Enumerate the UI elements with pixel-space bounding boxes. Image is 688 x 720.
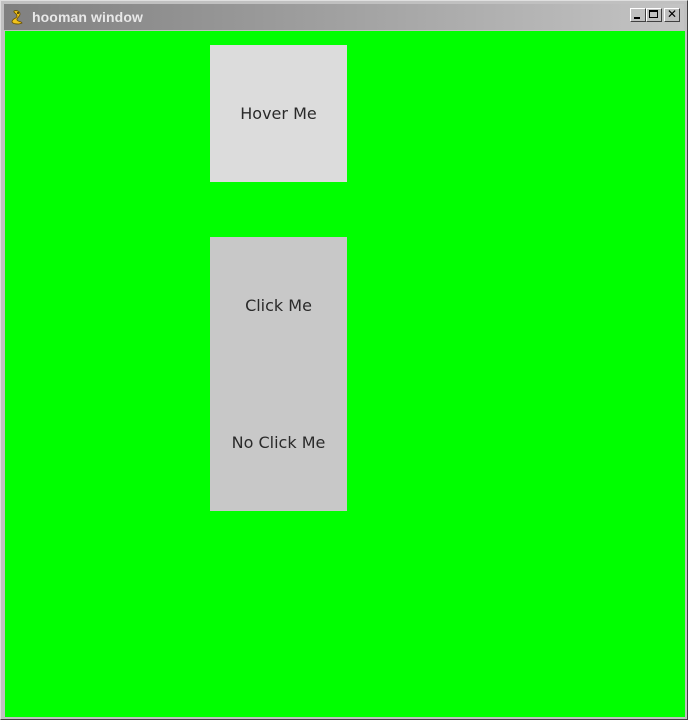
pygame-snake-icon	[8, 8, 26, 26]
no-click-me-label: No Click Me	[231, 433, 326, 452]
canvas-area: Hover Me Click Me No Click Me	[5, 31, 685, 717]
window-controls: ✕	[630, 7, 680, 22]
window-title: hooman window	[32, 9, 143, 25]
click-me-label: Click Me	[245, 296, 312, 315]
app-window: hooman window ✕ Hover Me Click Me No Cli…	[0, 0, 688, 720]
hover-me-label: Hover Me	[240, 104, 317, 123]
title-bar[interactable]: hooman window ✕	[4, 4, 684, 30]
maximize-icon	[649, 10, 658, 18]
close-button[interactable]: ✕	[664, 7, 680, 22]
hover-me-button[interactable]: Hover Me	[210, 45, 347, 182]
maximize-button[interactable]	[646, 8, 662, 22]
minimize-button[interactable]	[630, 8, 646, 22]
close-icon: ✕	[666, 7, 678, 21]
click-me-button[interactable]: Click Me	[210, 237, 347, 374]
minimize-icon	[634, 17, 640, 19]
no-click-me-button[interactable]: No Click Me	[210, 374, 347, 511]
